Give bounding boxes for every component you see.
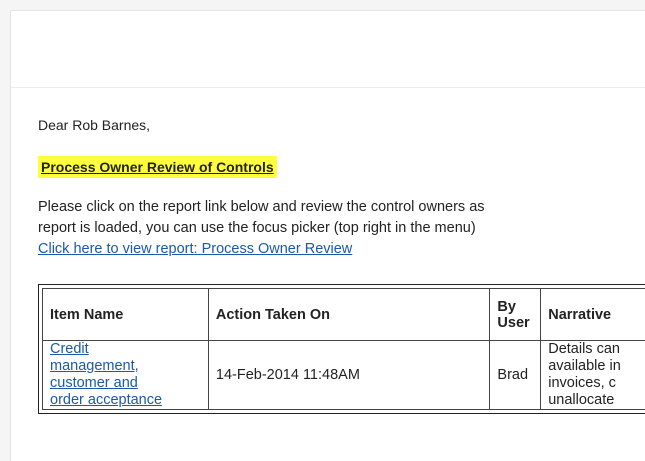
email-header-area bbox=[11, 11, 645, 88]
header-by-user-line1: By bbox=[497, 299, 533, 315]
email-panel: Dear Rob Barnes, Process Owner Review of… bbox=[10, 10, 645, 461]
action-taken-on-cell: 14-Feb-2014 11:48AM bbox=[208, 341, 490, 410]
by-user-cell: Brad bbox=[490, 341, 541, 410]
header-narrative: Narrative bbox=[541, 289, 645, 341]
email-body: Dear Rob Barnes, Process Owner Review of… bbox=[38, 116, 645, 259]
narrative-cell: Details can available in invoices, c una… bbox=[541, 341, 645, 410]
email-title: Process Owner Review of Controls bbox=[38, 156, 277, 178]
item-name-cell: Credit management, customer and order ac… bbox=[43, 341, 209, 410]
body-line-1: Please click on the report link below an… bbox=[38, 197, 645, 218]
table-row: Credit management, customer and order ac… bbox=[43, 341, 645, 410]
report-link[interactable]: Click here to view report: Process Owner… bbox=[38, 239, 352, 259]
header-item-name: Item Name bbox=[43, 289, 209, 341]
header-by-user: By User bbox=[490, 289, 541, 341]
greeting: Dear Rob Barnes, bbox=[38, 116, 645, 134]
body-paragraph: Please click on the report link below an… bbox=[38, 197, 645, 239]
header-action-taken-on: Action Taken On bbox=[208, 289, 490, 341]
item-name-link[interactable]: Credit management, customer and order ac… bbox=[50, 341, 162, 408]
actions-table: Item Name Action Taken On By User Narrat… bbox=[42, 288, 645, 410]
actions-table-frame: Item Name Action Taken On By User Narrat… bbox=[38, 284, 645, 414]
body-line-2: report is loaded, you can use the focus … bbox=[38, 218, 645, 239]
table-header-row: Item Name Action Taken On By User Narrat… bbox=[43, 289, 645, 341]
header-by-user-line2: User bbox=[497, 315, 533, 331]
